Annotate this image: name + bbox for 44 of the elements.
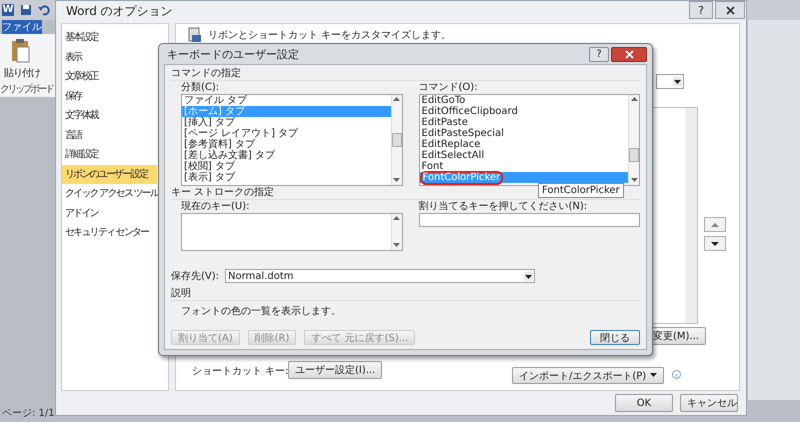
list-item[interactable]: EditGoTo	[420, 95, 628, 106]
file-tab[interactable]: ファイル	[2, 20, 42, 34]
nav-item[interactable]: 基本設定	[62, 28, 168, 48]
list-item[interactable]: EditOfficeClipboard	[420, 106, 628, 117]
group-label: クリップボード	[0, 82, 52, 96]
header-text: リボンとショートカット キーをカスタマイズします。	[208, 29, 452, 42]
dialog-title: Word のオプション	[66, 3, 173, 20]
command-list[interactable]: EditGoTo EditOfficeClipboard EditPaste EditPasteSpecial EditReplace EditSelectAll Font FontColorPicker	[418, 94, 640, 186]
field-label: コマンド(O):	[418, 81, 479, 94]
help-button[interactable]: ?	[589, 46, 609, 62]
list-item[interactable]: EditPaste	[420, 117, 628, 128]
section-title: 説明	[171, 287, 640, 301]
list-item[interactable]: [校閲] タブ	[182, 161, 390, 172]
section-title: コマンドの指定	[171, 67, 640, 81]
list-item[interactable]: Font	[420, 161, 628, 172]
list-item[interactable]: ファイル タブ	[182, 95, 390, 106]
paste-label[interactable]: 貼り付け	[4, 66, 40, 80]
dialog-title: キーボードのユーザー設定	[167, 46, 300, 62]
field-label: 分類(C):	[181, 81, 220, 94]
list-item[interactable]: [参考資料] タブ	[182, 139, 390, 150]
nav-item[interactable]: リボンのユーザー設定	[62, 164, 157, 184]
customize-button[interactable]: ユーザー設定(I)...	[288, 361, 382, 379]
field-label: 現在のキー(U):	[181, 200, 250, 213]
ok-button[interactable]: OK	[615, 394, 673, 412]
list-item[interactable]: EditPasteSpecial	[420, 128, 628, 139]
list-item[interactable]: [差し込み文書] タブ	[182, 150, 390, 161]
app-icon[interactable]: W	[2, 4, 14, 16]
list-item[interactable]: [ページ レイアウト] タブ	[182, 128, 390, 139]
close-dialog-button[interactable]: 閉じる	[590, 330, 640, 345]
category-list[interactable]: ファイル タブ [ホーム] タブ [挿入] タブ [ページ レイアウト] タブ [参考資料] タブ [差し込み文書] タブ [校閲] タブ [表示] タブ	[181, 94, 402, 186]
list-item[interactable]: [挿入] タブ	[182, 117, 390, 128]
import-export-button[interactable]: インポート/エクスポート(P)	[512, 367, 664, 384]
field-label: 割り当てるキーを押してください(N):	[418, 200, 588, 213]
list-item[interactable]: [表示] タブ	[182, 172, 390, 183]
list-item[interactable]: EditReplace	[420, 139, 628, 150]
help-button[interactable]: ?	[689, 1, 713, 19]
status-text: ページ: 1/1	[2, 407, 55, 420]
cancel-button[interactable]: キャンセル	[680, 394, 738, 412]
field-label: 保存先(V):	[171, 270, 220, 282]
description-text: フォントの色の一覧を表示します。	[180, 304, 342, 318]
list-item[interactable]: EditSelectAll	[420, 150, 628, 161]
save-in-dropdown[interactable]: Normal.dotm	[225, 269, 536, 283]
shortcut-label: ショートカット キー:	[192, 365, 289, 378]
tooltip: FontColorPicker	[538, 183, 624, 198]
